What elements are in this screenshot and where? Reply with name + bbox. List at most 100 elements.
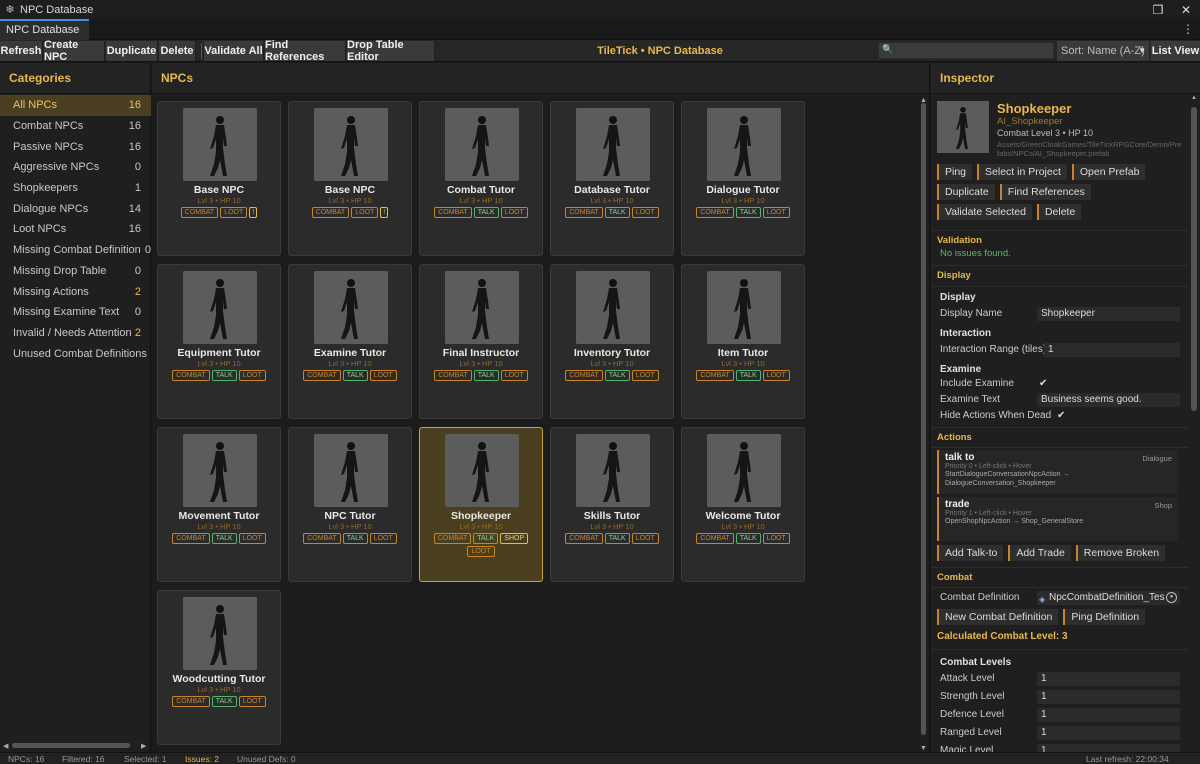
category-label: All NPCs [13, 99, 58, 112]
category-item[interactable]: Unused Combat Definitions [0, 343, 151, 364]
divider [931, 447, 1188, 448]
npc-card[interactable]: Shopkeeper Lvl 3 • HP 10 COMBAT TALK SHOP LOO… [419, 427, 543, 582]
npc-card[interactable]: NPC Tutor Lvl 3 • HP 10 COMBAT TALK LOOT [288, 427, 412, 582]
combat-level-field[interactable]: 1 [1037, 726, 1180, 740]
npc-card[interactable]: Base NPC Lvl 3 • HP 10 COMBAT LOOT! [288, 101, 412, 256]
examine-text-field[interactable]: Business seems good. [1037, 393, 1180, 407]
unity-icon: ❄ [5, 3, 15, 16]
npc-card[interactable]: Combat Tutor Lvl 3 • HP 10 COMBAT TALK LOOT [419, 101, 543, 256]
category-item[interactable]: Combat NPCs 16 [0, 116, 151, 137]
npc-card[interactable]: Equipment Tutor Lvl 3 • HP 10 COMBAT TALK LO… [157, 264, 281, 419]
action-type: Dialogue [1142, 454, 1172, 463]
inspector-scrollbar[interactable]: ▲ [1191, 95, 1197, 744]
horizontal-scrollbar[interactable] [12, 743, 130, 748]
action-type: Shop [1154, 501, 1172, 510]
inspector-delete-button[interactable]: Delete [1036, 204, 1082, 220]
npc-thumbnail [314, 271, 388, 344]
combat-level-row: Strength Level 1 [931, 688, 1188, 706]
action-entry[interactable]: trade Shop Priority 1 • Left-click • Hover… [937, 497, 1178, 541]
ping-button[interactable]: Ping [937, 164, 973, 180]
actions-list: talk to Dialogue Priority 0 • Left-click •… [931, 450, 1188, 541]
interaction-range-field[interactable]: 1 [1044, 343, 1180, 357]
add-talk-to-button[interactable]: Add Talk-to [937, 545, 1004, 561]
npc-card[interactable]: Base NPC Lvl 3 • HP 10 COMBAT LOOT! [157, 101, 281, 256]
category-item[interactable]: Missing Actions 2 [0, 281, 151, 302]
scrollbar-thumb[interactable] [921, 103, 926, 735]
kebab-menu-icon[interactable]: ⋮ [1182, 22, 1194, 36]
refresh-button[interactable]: Refresh [0, 41, 43, 61]
include-examine-checkbox[interactable]: ✔ [1039, 377, 1047, 391]
npc-card-stats: Lvl 3 • HP 10 [328, 196, 372, 205]
select-in-project-button[interactable]: Select in Project [977, 164, 1067, 180]
hide-actions-checkbox[interactable]: ✔ [1057, 409, 1065, 423]
npc-tag-combat: COMBAT [565, 533, 603, 544]
object-picker-icon[interactable]: ● [1166, 592, 1177, 603]
ping-definition-button[interactable]: Ping Definition [1063, 609, 1146, 625]
inspector-find-references-button[interactable]: Find References [999, 184, 1091, 200]
npc-card[interactable]: Woodcutting Tutor Lvl 3 • HP 10 COMBAT TALK… [157, 590, 281, 745]
sort-dropdown[interactable]: Sort: Name (A-Z) ▼ [1057, 41, 1149, 61]
display-name-field[interactable]: Shopkeeper [1037, 307, 1180, 321]
scrollbar-thumb[interactable] [1191, 107, 1197, 411]
scroll-right-icon[interactable]: ▶ [141, 742, 146, 750]
combat-level-field[interactable]: 1 [1037, 708, 1180, 722]
actions-section-title: Actions [937, 432, 972, 443]
npc-card[interactable]: Skills Tutor Lvl 3 • HP 10 COMBAT TALK LOOT [550, 427, 674, 582]
npc-tag-talk: TALK [735, 207, 761, 218]
display-name-label: Display Name [940, 308, 1003, 319]
restore-icon[interactable]: ❐ [1144, 3, 1172, 17]
npc-card-stats: Lvl 3 • HP 10 [590, 196, 634, 205]
scroll-down-icon[interactable]: ▼ [920, 745, 927, 752]
remove-broken-button[interactable]: Remove Broken [1075, 545, 1166, 561]
category-item[interactable]: All NPCs 16 [0, 95, 151, 116]
npc-card[interactable]: Inventory Tutor Lvl 3 • HP 10 COMBAT TALK LO… [550, 264, 674, 419]
category-item[interactable]: Shopkeepers 1 [0, 178, 151, 199]
category-item[interactable]: Aggressive NPCs 0 [0, 157, 151, 178]
category-item[interactable]: Invalid / Needs Attention 2 [0, 323, 151, 344]
npc-card[interactable]: Examine Tutor Lvl 3 • HP 10 COMBAT TALK LOOT [288, 264, 412, 419]
npc-card[interactable]: Database Tutor Lvl 3 • HP 10 COMBAT TALK LOO… [550, 101, 674, 256]
category-item[interactable]: Dialogue NPCs 14 [0, 198, 151, 219]
npc-tag-combat: COMBAT [303, 533, 341, 544]
new-combat-definition-button[interactable]: New Combat Definition [937, 609, 1059, 625]
category-item[interactable]: Loot NPCs 16 [0, 219, 151, 240]
npc-card-stats: Lvl 3 • HP 10 [721, 522, 765, 531]
category-item[interactable]: Missing Drop Table 0 [0, 261, 151, 282]
category-item[interactable]: Missing Combat Definition 0 [0, 240, 151, 261]
npc-thumbnail [707, 108, 781, 181]
validate-all-button[interactable]: Validate All [204, 41, 264, 61]
npc-card[interactable]: Movement Tutor Lvl 3 • HP 10 COMBAT TALK LOO… [157, 427, 281, 582]
combat-level-field[interactable]: 1 [1037, 690, 1180, 704]
status-bar: NPCs: 16 Filtered: 16 Selected: 1 Issues… [0, 752, 1200, 764]
npc-card[interactable]: Item Tutor Lvl 3 • HP 10 COMBAT TALK LOOT [681, 264, 805, 419]
create-npc-button[interactable]: Create NPC [44, 39, 105, 63]
search-input[interactable]: 🔍 [878, 42, 1054, 59]
action-entry[interactable]: talk to Dialogue Priority 0 • Left-click •… [937, 450, 1178, 494]
open-prefab-button[interactable]: Open Prefab [1071, 164, 1146, 180]
validate-selected-button[interactable]: Validate Selected [937, 204, 1032, 220]
category-label: Missing Examine Text [13, 306, 120, 319]
inspector-duplicate-button[interactable]: Duplicate [937, 184, 995, 200]
examine-text-row: Examine Text Business seems good. [931, 391, 1188, 409]
npc-card[interactable]: Welcome Tutor Lvl 3 • HP 10 COMBAT TALK LOOT [681, 427, 805, 582]
npc-tag-combat: COMBAT [172, 370, 210, 381]
npc-card[interactable]: Final Instructor Lvl 3 • HP 10 COMBAT TALK L… [419, 264, 543, 419]
category-item[interactable]: Passive NPCs 16 [0, 136, 151, 157]
category-item[interactable]: Missing Examine Text 0 [0, 302, 151, 323]
npc-grid-scrollbar[interactable]: ▲ ▼ [920, 97, 927, 752]
find-references-button[interactable]: Find References [265, 39, 346, 63]
tab-npc-database[interactable]: NPC Database [0, 19, 89, 40]
combat-definition-field[interactable]: ◈ NpcCombatDefinition_Tes ● [1037, 591, 1180, 605]
scroll-up-icon[interactable]: ▲ [1191, 95, 1197, 101]
npc-card[interactable]: Dialogue Tutor Lvl 3 • HP 10 COMBAT TALK LOO… [681, 101, 805, 256]
scroll-left-icon[interactable]: ◀ [3, 742, 8, 750]
combat-level-field[interactable]: 1 [1037, 744, 1180, 752]
delete-button[interactable]: Delete [159, 41, 196, 61]
duplicate-button[interactable]: Duplicate [106, 41, 158, 61]
close-icon[interactable]: ✕ [1172, 3, 1200, 17]
action-name: talk to [945, 452, 975, 463]
add-trade-button[interactable]: Add Trade [1008, 545, 1071, 561]
drop-table-editor-button[interactable]: Drop Table Editor [347, 39, 435, 63]
combat-level-field[interactable]: 1 [1037, 672, 1180, 686]
list-view-button[interactable]: List View [1151, 41, 1200, 61]
